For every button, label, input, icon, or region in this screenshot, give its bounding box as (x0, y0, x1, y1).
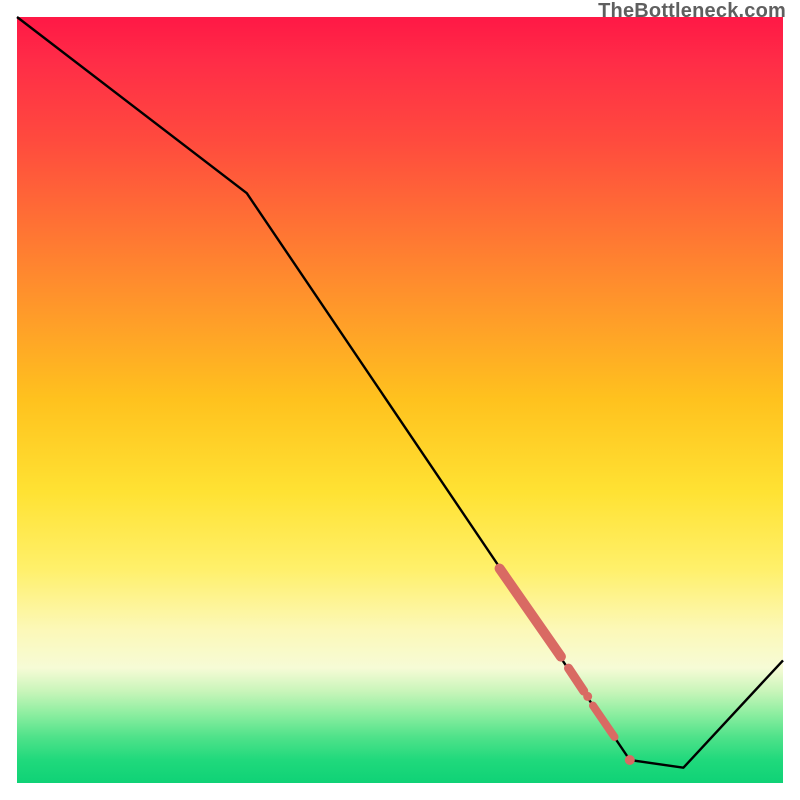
chart-gradient-background (17, 17, 783, 783)
watermark-text: TheBottleneck.com (598, 0, 786, 23)
chart-stage: TheBottleneck.com (0, 0, 800, 800)
